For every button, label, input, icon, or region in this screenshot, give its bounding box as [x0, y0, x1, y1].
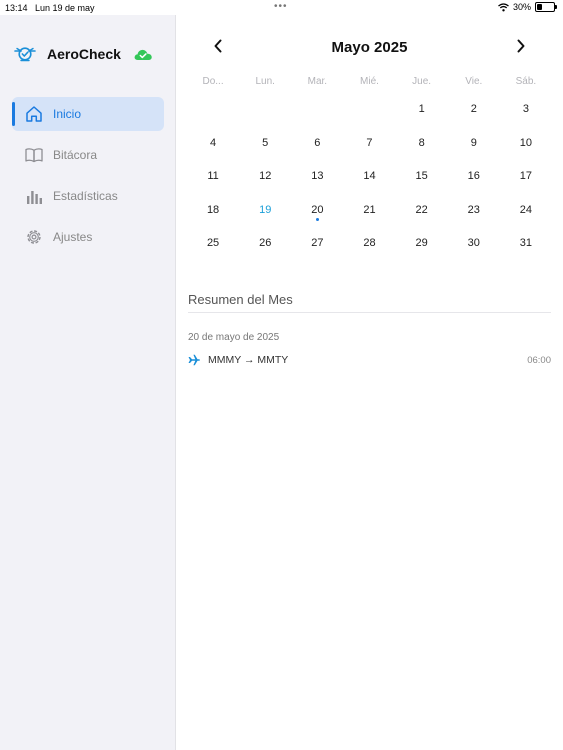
summary-entry-date: 20 de mayo de 2025: [188, 332, 280, 343]
calendar-day[interactable]: 30: [448, 227, 500, 261]
airplane-icon: [188, 354, 200, 366]
sidebar-item-bitacora[interactable]: Bitácora: [12, 138, 164, 172]
weekday-label: Mar.: [307, 76, 328, 87]
home-icon: [26, 106, 42, 122]
calendar-day[interactable]: 25: [187, 227, 239, 261]
calendar-day[interactable]: 27: [291, 227, 343, 261]
month-title: Mayo 2025: [331, 39, 408, 56]
sidebar-item-label: Inicio: [53, 107, 82, 121]
weekday-label: Mié.: [360, 76, 379, 87]
cloud-check-icon: [134, 49, 152, 60]
calendar-day[interactable]: 12: [239, 160, 291, 194]
sidebar-item-ajustes[interactable]: Ajustes: [12, 220, 164, 254]
calendar-day[interactable]: 20: [291, 194, 343, 228]
battery-percent: 30%: [512, 2, 531, 12]
calendar-day[interactable]: 3: [500, 93, 552, 127]
brand: AeroCheck: [14, 43, 153, 65]
app-name: AeroCheck: [47, 46, 121, 62]
calendar-day[interactable]: 1: [396, 93, 448, 127]
sidebar-nav: Inicio Bitácora Estadísticas Ajustes: [12, 97, 164, 261]
status-right: 30%: [498, 2, 557, 12]
chevron-right-icon: [517, 39, 525, 53]
calendar-day[interactable]: 6: [291, 127, 343, 161]
calendar-day[interactable]: 16: [448, 160, 500, 194]
multitasking-dots-icon[interactable]: •••: [274, 1, 288, 12]
flight-entry[interactable]: MMMY → MMTY 06:00: [188, 352, 551, 368]
calendar-day[interactable]: 9: [448, 127, 500, 161]
calendar-day[interactable]: 15: [396, 160, 448, 194]
calendar-day[interactable]: 18: [187, 194, 239, 228]
calendar-day[interactable]: 11: [187, 160, 239, 194]
weekday-label: Do...: [202, 76, 224, 87]
calendar-day-today[interactable]: 19: [239, 194, 291, 228]
calendar-day[interactable]: 13: [291, 160, 343, 194]
sidebar-item-label: Bitácora: [53, 148, 98, 162]
calendar-day[interactable]: 5: [239, 127, 291, 161]
calendar-day[interactable]: 29: [396, 227, 448, 261]
sidebar-item-label: Estadísticas: [53, 189, 118, 203]
battery-icon: [535, 2, 557, 12]
calendar-day[interactable]: 7: [343, 127, 395, 161]
gear-icon: [27, 230, 41, 244]
divider: [188, 312, 551, 313]
event-dot-icon: [315, 217, 319, 221]
calendar-grid: 1 2 3 4 5 6 7 8 9 10 11 12 13 14 15 16 17 18 19 20 21 22 23 24 2…: [187, 93, 552, 261]
calendar-empty-cell: [291, 93, 343, 127]
calendar-empty-cell: [343, 93, 395, 127]
calendar-day[interactable]: 22: [396, 194, 448, 228]
calendar-day[interactable]: 28: [343, 227, 395, 261]
calendar-day[interactable]: 8: [396, 127, 448, 161]
calendar-empty-cell: [187, 93, 239, 127]
calendar-day[interactable]: 17: [500, 160, 552, 194]
status-date: Lun 19 de may: [35, 3, 95, 13]
book-icon: [25, 148, 43, 163]
next-month-button[interactable]: [511, 35, 531, 57]
calendar-day[interactable]: 24: [500, 194, 552, 228]
app-logo-icon: [14, 47, 36, 62]
calendar-empty-cell: [239, 93, 291, 127]
weekday-label: Lun.: [255, 76, 275, 87]
calendar-day[interactable]: 14: [343, 160, 395, 194]
flight-route: MMMY → MMTY: [208, 354, 289, 366]
status-bar: 13:14 Lun 19 de may ••• 30%: [0, 0, 563, 15]
main-content: Mayo 2025 Do... Lun. Mar. Mié. Jue. Vie. Sáb. …: [176, 15, 563, 750]
sidebar: AeroCheck Inicio Bitácora Estadísticas A…: [0, 15, 176, 750]
calendar-day[interactable]: 26: [239, 227, 291, 261]
summary-title: Resumen del Mes: [188, 292, 293, 307]
bar-chart-icon: [27, 191, 42, 204]
calendar-header: Mayo 2025: [176, 35, 563, 59]
flight-time: 06:00: [527, 354, 551, 366]
calendar-day[interactable]: 23: [448, 194, 500, 228]
weekday-label: Jue.: [412, 76, 432, 87]
calendar-day[interactable]: 21: [343, 194, 395, 228]
status-time: 13:14: [5, 3, 28, 13]
weekday-header: Do... Lun. Mar. Mié. Jue. Vie. Sáb.: [187, 76, 552, 87]
calendar-day[interactable]: 31: [500, 227, 552, 261]
sidebar-item-estadisticas[interactable]: Estadísticas: [12, 179, 164, 213]
sidebar-item-label: Ajustes: [53, 230, 93, 244]
wifi-icon: [498, 2, 509, 11]
sidebar-item-inicio[interactable]: Inicio: [12, 97, 164, 131]
weekday-label: Sáb.: [515, 76, 537, 87]
calendar-day[interactable]: 10: [500, 127, 552, 161]
calendar-day[interactable]: 4: [187, 127, 239, 161]
calendar-day[interactable]: 2: [448, 93, 500, 127]
weekday-label: Vie.: [465, 76, 483, 87]
